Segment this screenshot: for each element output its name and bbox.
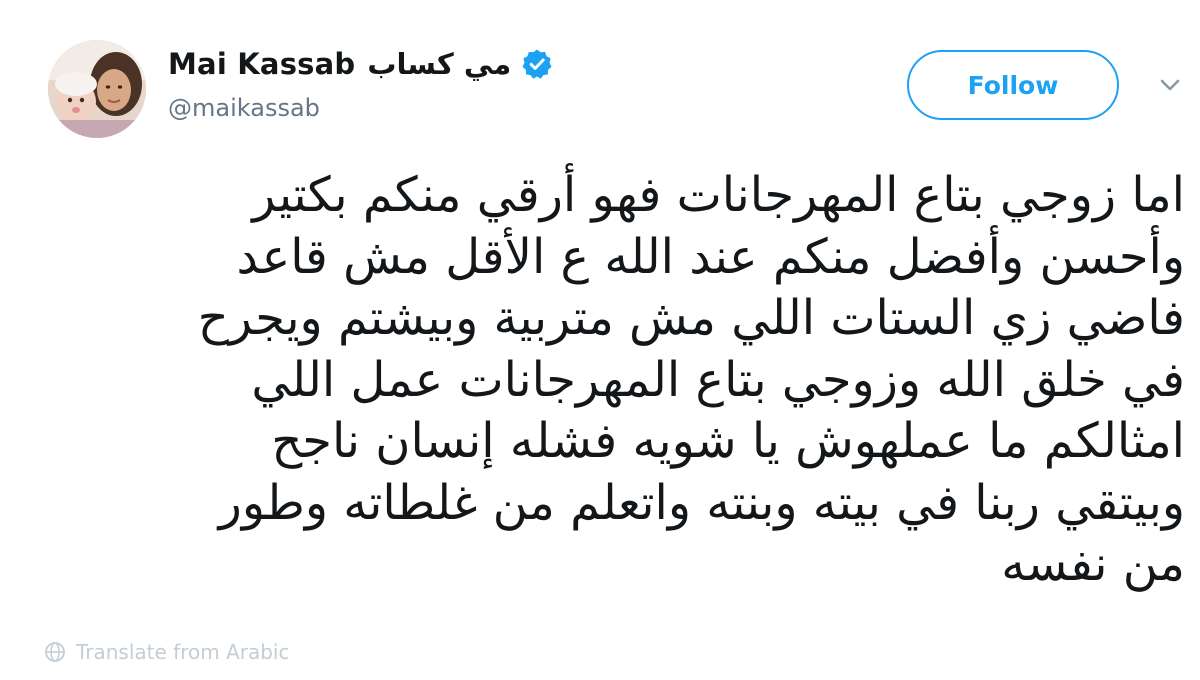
- tweet-line: في خلق الله وزوجي بتاع المهرجانات عمل ال…: [251, 351, 1185, 408]
- tweet-line: وبيتقي ربنا في بيته وبنته واتعلم من غلطا…: [218, 474, 1185, 531]
- author-handle[interactable]: @maikassab: [168, 94, 320, 122]
- tweet-text: اما زوجي بتاع المهرجانات فهو أرقي منكم ب…: [40, 165, 1185, 596]
- translate-link[interactable]: Translate from Arabic: [44, 640, 289, 664]
- verified-badge-icon: [522, 49, 552, 79]
- tweet-line: وأحسن وأفضل منكم عند الله ع الأقل مش قاع…: [236, 228, 1185, 285]
- avatar-photo: [48, 40, 146, 138]
- author-name-row[interactable]: Mai Kassab مي كساب: [168, 44, 553, 84]
- globe-icon: [45, 642, 65, 662]
- tweet-line: امثالكم ما عملهوش يا شويه فشله إنسان ناج…: [271, 413, 1185, 469]
- author-name[interactable]: Mai Kassab: [168, 47, 355, 81]
- tweet-line: من نفسه: [1001, 536, 1185, 592]
- tweet-line: فاضي زي الستات اللي مش متربية وبيشتم ويج…: [197, 290, 1185, 346]
- chevron-down-icon[interactable]: [1156, 73, 1184, 97]
- author-name-arabic[interactable]: مي كساب: [367, 47, 511, 81]
- tweet-card: Mai Kassab مي كساب @maikassab Follow اما…: [0, 0, 1200, 680]
- avatar[interactable]: [48, 40, 146, 138]
- follow-button[interactable]: Follow: [907, 50, 1119, 120]
- tweet-line: اما زوجي بتاع المهرجانات فهو أرقي منكم ب…: [252, 167, 1185, 223]
- translate-label[interactable]: Translate from Arabic: [76, 640, 289, 664]
